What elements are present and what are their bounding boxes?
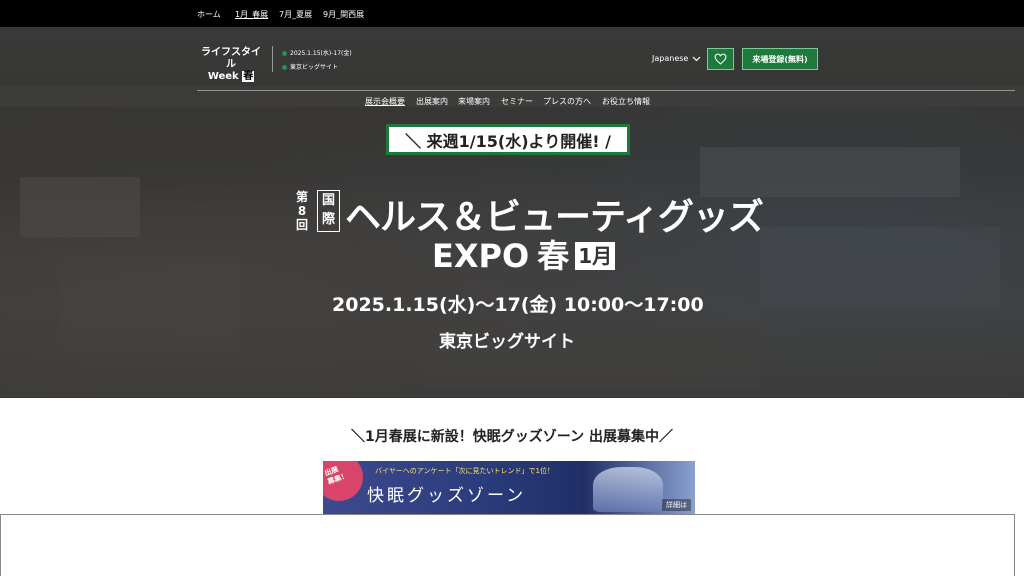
banner-zone-title: 快眠グッズゾーン: [367, 486, 527, 506]
banner-detail-link[interactable]: 詳細は: [662, 499, 691, 511]
expo-venue: 東京ビッグサイト: [439, 332, 575, 352]
edition-top: 第: [296, 190, 309, 204]
expo-month-badge: 1月: [575, 242, 616, 270]
banner-survey-text: バイヤーへのアンケート「次に見たいトレンド」で1位！: [375, 467, 554, 475]
heart-icon: [714, 53, 727, 65]
intl-bottom: 際: [321, 212, 335, 227]
sleep-goods-zone-banner[interactable]: 出展 募集！ バイヤーへのアンケート「次に見たいトレンド」で1位！ 快眠グッズゾ…: [323, 461, 695, 516]
event-venue-text: 東京ビッグサイト: [290, 64, 339, 71]
subnav-exhibit[interactable]: 出展案内: [416, 96, 448, 107]
favorites-button[interactable]: [707, 48, 734, 70]
opening-notice-badge: ＼ 来週1/15(水)より開催! /: [386, 124, 630, 155]
edition-number: 8: [297, 204, 307, 218]
topnav-summer-link[interactable]: 7月_夏展: [279, 9, 312, 20]
subnav-visit[interactable]: 来場案内: [458, 96, 490, 107]
chevron-down-icon: [692, 56, 701, 61]
logo-badge: 春: [242, 71, 255, 82]
dot-icon: [282, 51, 287, 56]
topnav-home-link[interactable]: ホーム: [197, 9, 221, 20]
subnav-useful-info[interactable]: お役立ち情報: [602, 96, 650, 107]
site-logo[interactable]: ライフスタイル Week 春: [197, 47, 265, 83]
sleeping-person-image: [593, 467, 663, 512]
expo-season: 春: [537, 237, 570, 275]
logo-line2: Week: [207, 71, 239, 82]
international-badge: 国 際: [317, 190, 340, 232]
top-navigation: ホーム 1月_春展 7月_夏展 9月_関西展: [0, 0, 1024, 27]
expo-title-line2: EXPO 春 1月: [432, 231, 616, 277]
logo-divider: [272, 46, 273, 72]
edition-bottom: 回: [296, 218, 309, 232]
language-selector[interactable]: Japanese: [652, 54, 701, 63]
dot-icon: [282, 65, 287, 70]
expo-word: EXPO: [432, 237, 530, 275]
subnav-press[interactable]: プレスの方へ: [543, 96, 591, 107]
event-date-info: 2025.1.15(水)-17(金): [282, 48, 352, 57]
hero-section: ライフスタイル Week 春 2025.1.15(水)-17(金) 東京ビッグサ…: [0, 27, 1024, 398]
bottom-overlay-panel: [0, 514, 1015, 576]
sleep-zone-heading: ＼1月春展に新設！快眠グッズゾーン 出展募集中／: [351, 429, 673, 445]
expo-dates: 2025.1.15(水)～17(金) 10:00～17:00: [332, 294, 704, 316]
header-divider: [197, 90, 1015, 91]
event-date-text: 2025.1.15(水)-17(金): [290, 50, 352, 57]
subnav-seminar[interactable]: セミナー: [501, 96, 533, 107]
topnav-kansai-link[interactable]: 9月_関西展: [323, 9, 364, 20]
edition-label: 第 8 回: [296, 190, 308, 232]
language-label: Japanese: [652, 54, 689, 63]
event-venue-info: 東京ビッグサイト: [282, 62, 338, 71]
logo-line1: ライフスタイル: [201, 47, 261, 70]
subnav-overview[interactable]: 展示会概要: [365, 96, 405, 107]
intl-top: 国: [321, 193, 335, 208]
visitor-registration-button[interactable]: 来場登録(無料): [742, 48, 818, 70]
topnav-spring-link[interactable]: 1月_春展: [235, 9, 268, 20]
